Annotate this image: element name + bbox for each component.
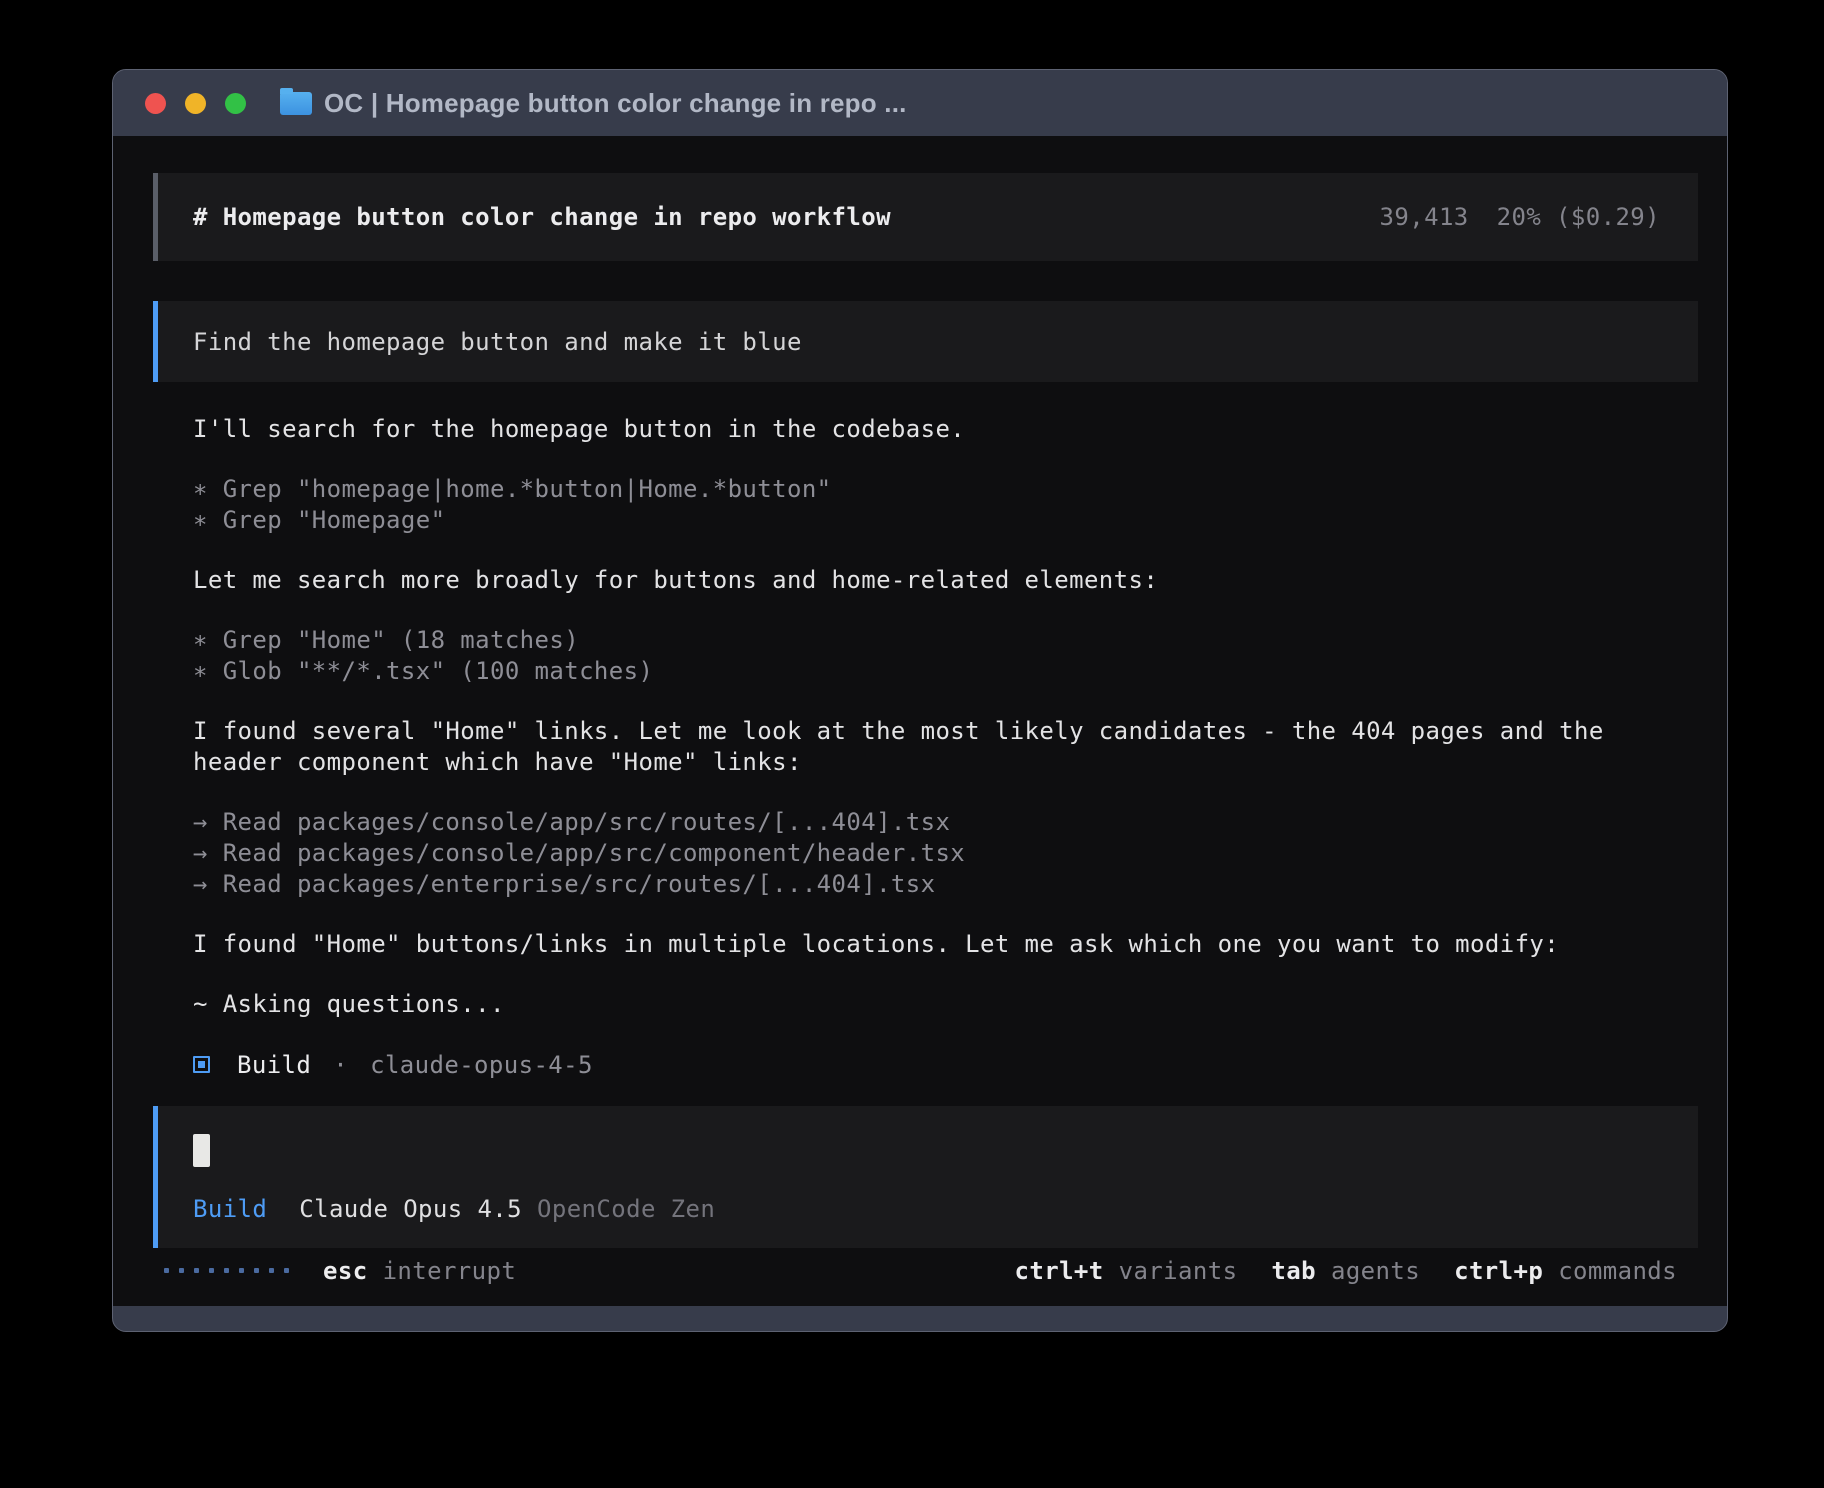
tool-call-line: → Read packages/console/app/src/routes/[… <box>193 807 1687 838</box>
assistant-text-line: Let me search more broadly for buttons a… <box>193 565 1687 596</box>
titlebar[interactable]: OC | Homepage button color change in rep… <box>113 70 1727 136</box>
hint-label: commands <box>1558 1257 1677 1285</box>
tool-call-line: ∗ Grep "Home" (18 matches) <box>193 625 1687 656</box>
spinner-dot <box>269 1268 274 1273</box>
transcript-paragraph: I found "Home" buttons/links in multiple… <box>193 929 1687 960</box>
tool-call-line: → Read packages/enterprise/src/routes/[.… <box>193 869 1687 900</box>
window-title: OC | Homepage button color change in rep… <box>324 88 907 119</box>
hint-commands: ctrl+p commands <box>1454 1257 1677 1285</box>
spinner-dot <box>254 1268 259 1273</box>
session-stats: 39,413 20% ($0.29) <box>1380 203 1660 231</box>
status-bar-right: ctrl+t variants tab agents ctrl+p commands <box>1015 1257 1677 1285</box>
text-cursor <box>193 1134 210 1167</box>
assistant-text-line: ~ Asking questions... <box>193 989 1687 1020</box>
user-message-text: Find the homepage button and make it blu… <box>193 328 802 356</box>
input-model-label: Claude Opus 4.5 <box>299 1195 522 1223</box>
hint-label: agents <box>1331 1257 1420 1285</box>
hint-interrupt: esc interrupt <box>323 1257 516 1285</box>
spinner-dot <box>194 1268 199 1273</box>
assistant-text-line: I'll search for the homepage button in t… <box>193 414 1687 445</box>
spinner-dot <box>164 1268 169 1273</box>
transcript-paragraph: ~ Asking questions... <box>193 989 1687 1020</box>
hint-key: tab <box>1271 1257 1316 1285</box>
prompt-input[interactable]: Build Claude Opus 4.5 OpenCode Zen <box>153 1106 1698 1248</box>
tool-call-line: ∗ Grep "Homepage" <box>193 505 1687 536</box>
session-title: # Homepage button color change in repo w… <box>193 203 891 231</box>
context-usage: 20% ($0.29) <box>1497 203 1660 231</box>
hint-key-esc: esc <box>323 1257 368 1285</box>
assistant-text-line: I found "Home" buttons/links in multiple… <box>193 929 1687 960</box>
minimize-button[interactable] <box>185 93 206 114</box>
user-message: Find the homepage button and make it blu… <box>153 301 1698 382</box>
hint-key: ctrl+t <box>1015 1257 1104 1285</box>
tool-call-line: ∗ Glob "**/*.tsx" (100 matches) <box>193 656 1687 687</box>
hint-label: variants <box>1119 1257 1238 1285</box>
transcript-paragraph: Let me search more broadly for buttons a… <box>193 565 1687 596</box>
hint-variants: ctrl+t variants <box>1015 1257 1238 1285</box>
agent-model-name: claude-opus-4-5 <box>370 1051 593 1079</box>
separator-dot: · <box>333 1051 348 1079</box>
assistant-text-line: header component which have "Home" links… <box>193 747 1687 778</box>
folder-icon <box>280 92 312 115</box>
spinner-dot <box>284 1268 289 1273</box>
status-bar: esc interrupt ctrl+tvariantstabagentsctr… <box>164 1255 1677 1286</box>
assistant-text-line: I found several "Home" links. Let me loo… <box>193 716 1687 747</box>
input-agent-label: Build <box>193 1195 267 1223</box>
spinner-dot <box>209 1268 214 1273</box>
transcript-paragraph: ∗ Grep "Home" (18 matches)∗ Glob "**/*.t… <box>193 625 1687 687</box>
session-header: # Homepage button color change in repo w… <box>153 173 1698 261</box>
transcript-paragraph: → Read packages/console/app/src/routes/[… <box>193 807 1687 900</box>
transcript-paragraph: Build · claude-opus-4-5 <box>193 1049 1687 1080</box>
tool-call-line: → Read packages/console/app/src/componen… <box>193 838 1687 869</box>
zoom-button[interactable] <box>225 93 246 114</box>
terminal-content: # Homepage button color change in repo w… <box>113 136 1727 1306</box>
hint-key: ctrl+p <box>1454 1257 1543 1285</box>
close-button[interactable] <box>145 93 166 114</box>
input-meta: Build Claude Opus 4.5 OpenCode Zen <box>193 1193 1660 1224</box>
hint-agents: tab agents <box>1271 1257 1420 1285</box>
transcript-paragraph: I'll search for the homepage button in t… <box>193 414 1687 445</box>
spinner-dot <box>239 1268 244 1273</box>
hint-label-interrupt: interrupt <box>383 1257 517 1285</box>
transcript: I'll search for the homepage button in t… <box>193 414 1687 1109</box>
agent-name: Build <box>237 1051 311 1079</box>
agent-square-icon <box>193 1056 210 1073</box>
tool-call-line: ∗ Grep "homepage|home.*button|Home.*butt… <box>193 474 1687 505</box>
token-count: 39,413 <box>1380 203 1469 231</box>
spinner-dots <box>164 1268 289 1273</box>
transcript-paragraph: ∗ Grep "homepage|home.*button|Home.*butt… <box>193 474 1687 536</box>
terminal-window: OC | Homepage button color change in rep… <box>112 69 1728 1332</box>
spinner-dot <box>179 1268 184 1273</box>
transcript-paragraph: I found several "Home" links. Let me loo… <box>193 716 1687 778</box>
input-provider-label: OpenCode Zen <box>537 1195 715 1223</box>
spinner-dot <box>224 1268 229 1273</box>
